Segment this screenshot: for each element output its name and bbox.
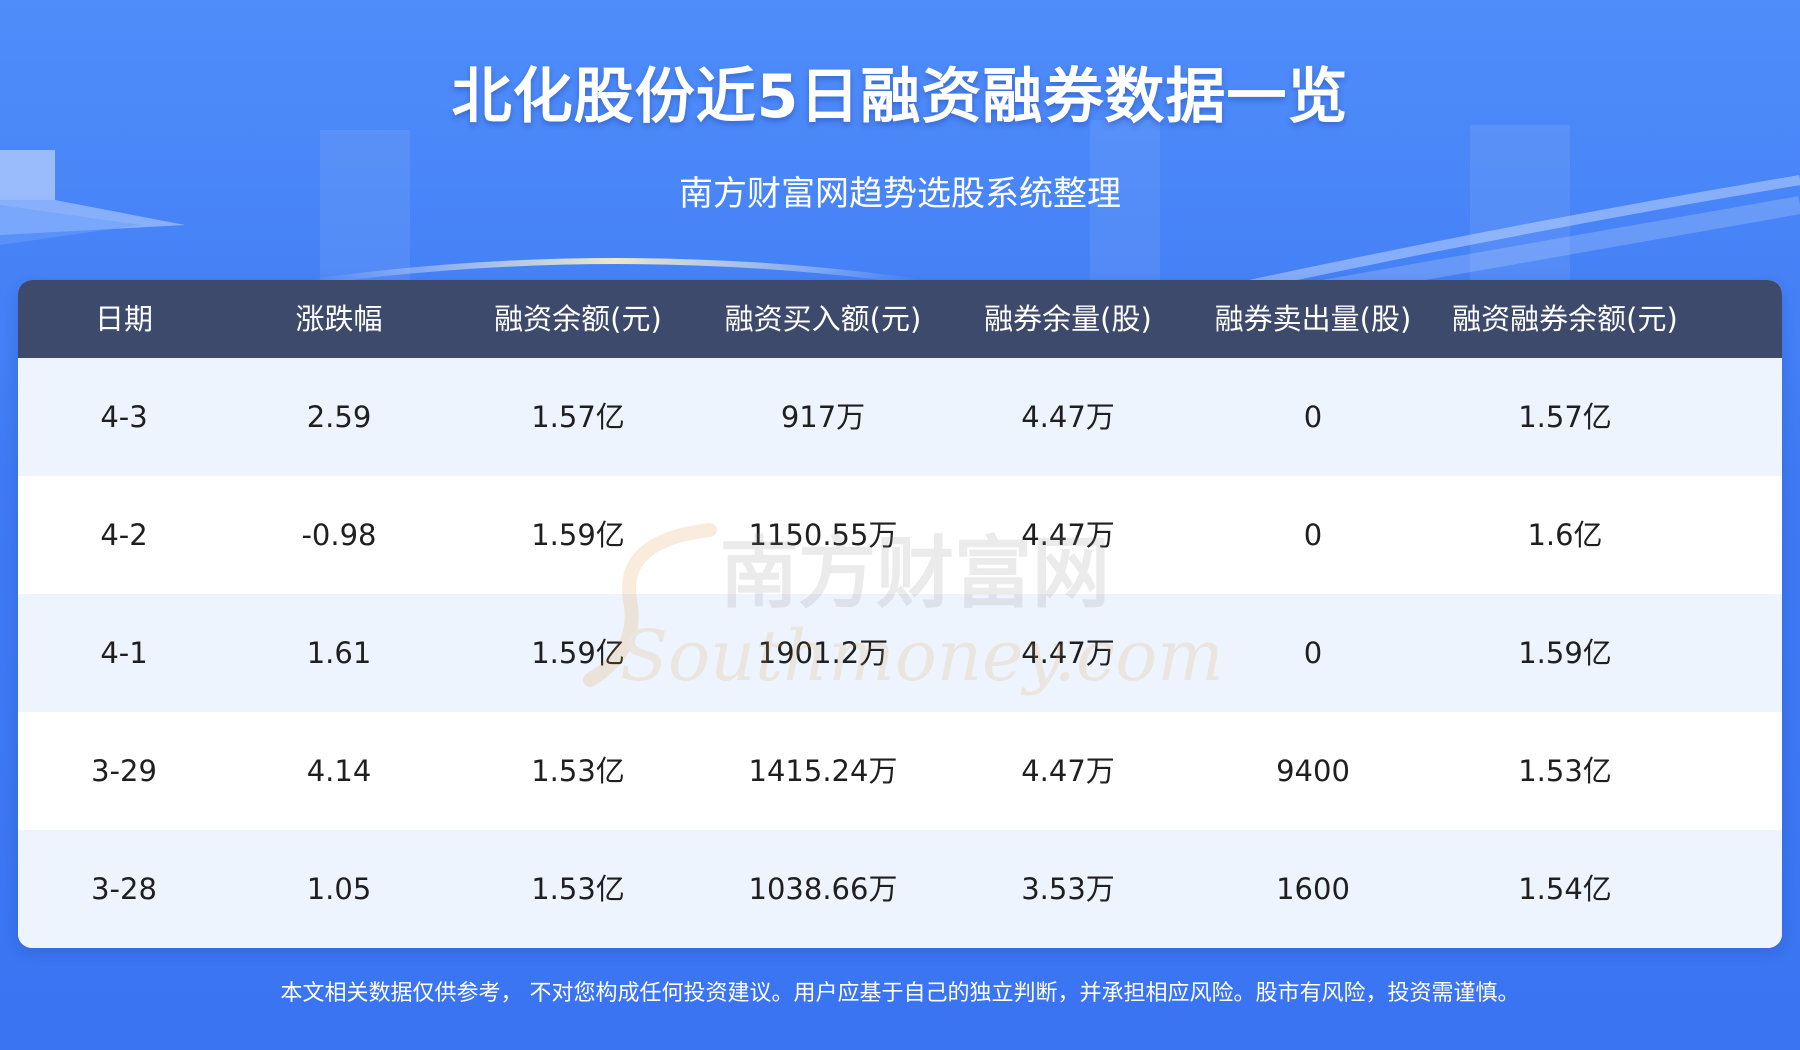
- data-table: 日期 涨跌幅 融资余额(元) 融资买入额(元) 融券余量(股) 融券卖出量(股)…: [18, 280, 1782, 948]
- cell-change: 4.14: [306, 754, 372, 788]
- cell-margin-balance: 1.59亿: [531, 636, 625, 670]
- cell-change: 1.61: [306, 636, 372, 670]
- cell-date: 3-29: [91, 754, 157, 788]
- cell-change: 1.05: [306, 872, 372, 906]
- cell-short-remaining: 4.47万: [1021, 754, 1115, 788]
- column-header-margin-balance: 融资余额(元): [494, 302, 662, 336]
- cell-total-balance: 1.54亿: [1518, 872, 1612, 906]
- cell-short-sell: 0: [1303, 636, 1323, 670]
- cell-total-balance: 1.53亿: [1518, 754, 1612, 788]
- table-row: 4-2 -0.98 1.59亿 1150.55万 4.47万 0 1.6亿: [18, 476, 1782, 594]
- cell-change: -0.98: [301, 518, 377, 552]
- cell-date: 4-2: [100, 518, 148, 552]
- table-header: 日期 涨跌幅 融资余额(元) 融资买入额(元) 融券余量(股) 融券卖出量(股)…: [18, 280, 1782, 358]
- cell-total-balance: 1.6亿: [1527, 518, 1603, 552]
- cell-short-remaining: 4.47万: [1021, 636, 1115, 670]
- cell-total-balance: 1.59亿: [1518, 636, 1612, 670]
- column-header-margin-buy: 融资买入额(元): [724, 302, 922, 336]
- cell-short-sell: 0: [1303, 400, 1323, 434]
- cell-margin-buy: 1901.2万: [757, 636, 889, 670]
- cell-date: 3-28: [91, 872, 157, 906]
- cell-margin-buy: 1150.55万: [748, 518, 898, 552]
- column-header-total-balance: 融资融券余额(元): [1452, 302, 1678, 336]
- column-header-change: 涨跌幅: [295, 302, 383, 336]
- cell-short-sell: 9400: [1276, 754, 1350, 788]
- cell-margin-balance: 1.57亿: [531, 400, 625, 434]
- cell-date: 4-1: [100, 636, 148, 670]
- page-title: 北化股份近5日融资融券数据一览: [451, 62, 1349, 132]
- cell-short-remaining: 3.53万: [1021, 872, 1115, 906]
- table-row: 4-1 1.61 1.59亿 1901.2万 4.47万 0 1.59亿: [18, 594, 1782, 712]
- cell-short-remaining: 4.47万: [1021, 518, 1115, 552]
- column-header-date: 日期: [94, 302, 153, 336]
- cell-margin-buy: 1038.66万: [748, 872, 898, 906]
- cell-short-remaining: 4.47万: [1021, 400, 1115, 434]
- cell-margin-balance: 1.53亿: [531, 754, 625, 788]
- column-header-short-remaining: 融券余量(股): [984, 302, 1152, 336]
- table-row: 3-28 1.05 1.53亿 1038.66万 3.53万 1600 1.54…: [18, 830, 1782, 948]
- cell-margin-buy: 917万: [780, 400, 866, 434]
- page-subtitle: 南方财富网趋势选股系统整理: [679, 174, 1121, 214]
- cell-margin-balance: 1.59亿: [531, 518, 625, 552]
- cell-total-balance: 1.57亿: [1518, 400, 1612, 434]
- cell-short-sell: 1600: [1276, 872, 1350, 906]
- disclaimer-text: 本文相关数据仅供参考， 不对您构成任何投资建议。用户应基于自己的独立判断，并承担…: [280, 981, 1520, 1006]
- table-row: 3-29 4.14 1.53亿 1415.24万 4.47万 9400 1.53…: [18, 712, 1782, 830]
- cell-short-sell: 0: [1303, 518, 1323, 552]
- cell-margin-buy: 1415.24万: [748, 754, 898, 788]
- column-header-short-sell: 融券卖出量(股): [1214, 302, 1412, 336]
- table-row: 4-3 2.59 1.57亿 917万 4.47万 0 1.57亿: [18, 358, 1782, 476]
- cell-date: 4-3: [100, 400, 148, 434]
- cell-change: 2.59: [306, 400, 372, 434]
- cell-margin-balance: 1.53亿: [531, 872, 625, 906]
- header-decoration: [0, 120, 1800, 300]
